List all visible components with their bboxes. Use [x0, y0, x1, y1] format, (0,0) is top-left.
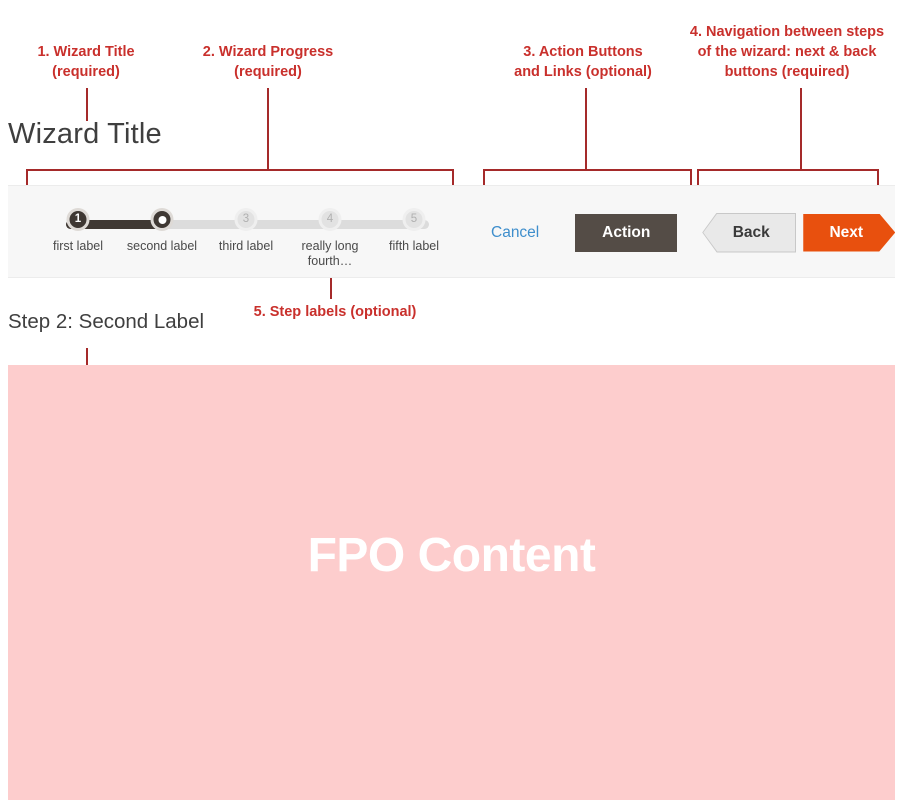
step-label-5: fifth label — [388, 239, 440, 253]
annotation-4-navigation: 4. Navigation between steps of the wizar… — [676, 22, 898, 82]
annotation-5-line-1: 5. Step labels (optional) — [253, 304, 417, 320]
annotation-1-line-2: (required) — [52, 64, 120, 80]
bracket-2-top — [26, 169, 453, 171]
bracket-3-left — [483, 169, 485, 186]
cancel-link[interactable]: Cancel — [491, 224, 539, 242]
annotation-2-wizard-progress: 2. Wizard Progress (required) — [178, 42, 358, 82]
toolbar-actions: Cancel Action Back Next — [491, 186, 895, 279]
annotation-1-wizard-title: 1. Wizard Title (required) — [6, 42, 166, 82]
wizard-navigation: Back Next — [703, 213, 895, 252]
bracket-4-left — [697, 169, 699, 186]
leader-line-1 — [86, 88, 88, 121]
annotation-3-line-2: and Links (optional) — [514, 64, 652, 80]
leader-line-3 — [585, 88, 587, 169]
annotation-1-line-1: 1. Wizard Title — [37, 44, 135, 60]
bracket-3-top — [483, 169, 691, 171]
step-dot-1[interactable]: 1 — [66, 208, 90, 231]
annotation-3-line-1: 3. Action Buttons — [523, 44, 643, 60]
back-button-wrapper: Back — [703, 213, 796, 252]
action-button[interactable]: Action — [575, 213, 678, 252]
progress-step-5[interactable]: 5 fifth label — [372, 206, 456, 253]
progress-step-3[interactable]: 3 third label — [204, 206, 288, 253]
leader-line-4 — [800, 88, 802, 169]
step-dot-4[interactable]: 4 — [318, 208, 342, 231]
annotation-4-line-1: 4. Navigation between steps — [689, 24, 885, 40]
progress-step-4[interactable]: 4 really long fourth… — [288, 206, 372, 268]
annotation-3-action-buttons: 3. Action Buttons and Links (optional) — [490, 42, 676, 82]
annotation-4-line-2: of the wizard: next & back — [697, 44, 877, 60]
back-button[interactable]: Back — [703, 213, 796, 252]
next-button[interactable]: Next — [803, 214, 895, 252]
annotation-2-line-2: (required) — [234, 64, 302, 80]
bracket-3-right — [690, 169, 692, 186]
step-dot-3[interactable]: 3 — [234, 208, 258, 231]
bracket-4-top — [697, 169, 878, 171]
page-title: Wizard Title — [8, 118, 162, 150]
annotation-4-line-3: buttons (required) — [724, 64, 850, 80]
leader-line-2 — [267, 88, 269, 169]
wizard-spec-diagram: 1. Wizard Title (required) 2. Wizard Pro… — [0, 0, 903, 800]
progress-step-list: 1 first label 2 second label 3 third lab… — [36, 206, 456, 268]
annotation-5-step-labels: 5. Step labels (optional) — [240, 302, 430, 322]
wizard-toolbar: 1 first label 2 second label 3 third lab… — [8, 185, 895, 278]
step-label-1: first label — [52, 239, 104, 253]
progress-step-1[interactable]: 1 first label — [36, 206, 120, 253]
annotation-2-line-1: 2. Wizard Progress — [202, 44, 334, 60]
step-dot-5[interactable]: 5 — [402, 208, 426, 231]
fpo-content-area: FPO Content — [8, 365, 895, 800]
step-label-4: really long fourth… — [301, 239, 359, 268]
current-step-title: Step 2: Second Label — [8, 310, 205, 333]
step-dot-2[interactable]: 2 — [150, 208, 174, 231]
fpo-content-label: FPO Content — [307, 529, 596, 582]
wizard-progress-stepper: 1 first label 2 second label 3 third lab… — [36, 206, 456, 268]
bracket-4-right — [877, 169, 879, 186]
step-label-2: second label — [126, 239, 198, 253]
bracket-2-left — [26, 169, 28, 186]
progress-step-2[interactable]: 2 second label — [120, 206, 204, 253]
step-label-3: third label — [218, 239, 274, 253]
bracket-2-right — [452, 169, 454, 186]
